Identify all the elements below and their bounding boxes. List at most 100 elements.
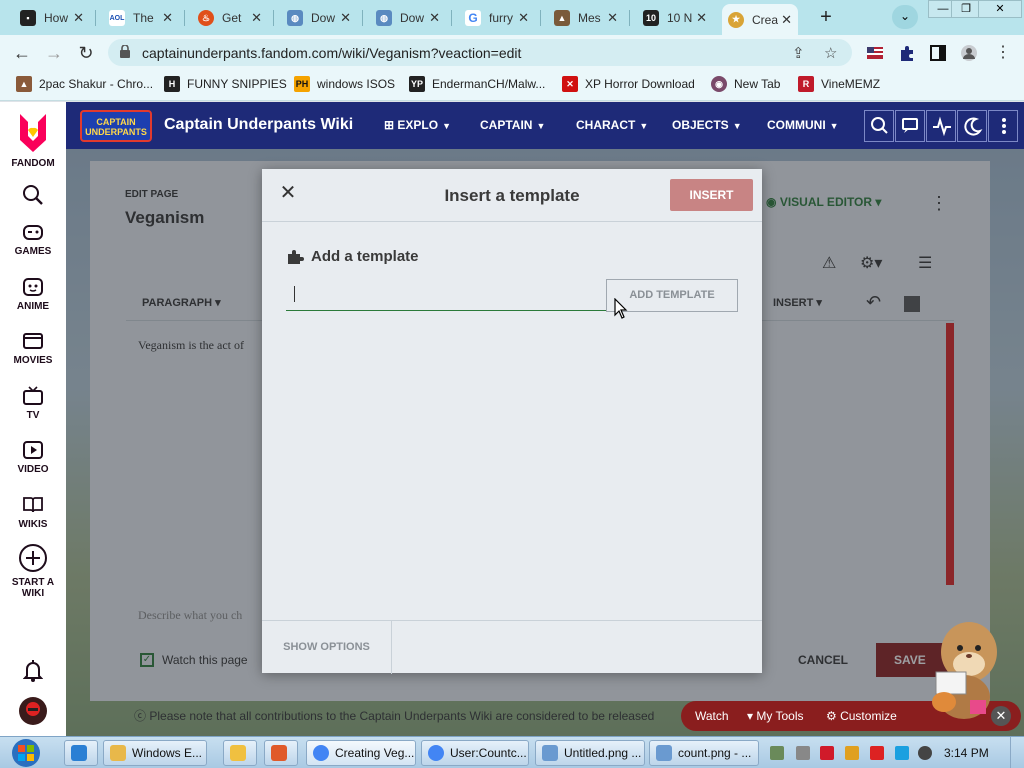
- url-text[interactable]: captainunderpants.fandom.com/wiki/Vegani…: [142, 45, 521, 61]
- bookmark-star-icon[interactable]: ☆: [824, 44, 837, 62]
- close-icon[interactable]: ✕: [991, 706, 1011, 726]
- close-icon[interactable]: ✕: [607, 10, 618, 26]
- profile-icon[interactable]: [960, 44, 978, 62]
- bookmark-item[interactable]: ◉ New Tab: [711, 76, 780, 92]
- browser-tab[interactable]: ▪ How ✕: [14, 4, 90, 32]
- my-tools-menu[interactable]: ▾ My Tools: [747, 709, 804, 723]
- user-avatar[interactable]: [0, 696, 66, 730]
- template-search-input[interactable]: [286, 279, 606, 311]
- browser-tab[interactable]: G furry ✕: [459, 4, 535, 32]
- rail-item-anime[interactable]: ANIME: [0, 277, 66, 312]
- window-close-icon[interactable]: ✕: [978, 0, 1022, 18]
- close-icon[interactable]: ✕: [162, 10, 173, 26]
- nav-captain[interactable]: CAPTAIN ▼: [480, 118, 545, 132]
- browser-tab-active[interactable]: ★ Crea ✕: [722, 4, 798, 35]
- rail-item-movies[interactable]: MOVIES: [0, 331, 66, 366]
- wiki-search-button[interactable]: [864, 110, 894, 142]
- bookmark-item[interactable]: R VineMEMZ: [798, 76, 880, 92]
- close-icon[interactable]: ✕: [73, 10, 84, 26]
- recent-activity-button[interactable]: [926, 110, 956, 142]
- close-icon[interactable]: ✕: [696, 10, 707, 26]
- nav-explore[interactable]: ⊞ EXPLO ▼: [384, 118, 451, 132]
- tray-volume-icon[interactable]: [918, 746, 932, 760]
- taskbar-item[interactable]: Untitled.png ...: [535, 740, 645, 766]
- taskbar-item[interactable]: User:Countc...: [421, 740, 529, 766]
- nav-objects[interactable]: OBJECTS ▼: [672, 118, 742, 132]
- nav-characters[interactable]: CHARACT ▼: [576, 118, 648, 132]
- tray-search-icon[interactable]: [845, 746, 859, 760]
- bookmark-item[interactable]: ▲ 2pac Shakur - Chro...: [16, 76, 153, 92]
- sidebar-icon[interactable]: [929, 44, 947, 62]
- wiki-more-button[interactable]: [988, 110, 1018, 142]
- bookmark-label: VineMEMZ: [821, 77, 881, 91]
- notifications-button[interactable]: [0, 659, 66, 687]
- back-arrow-icon[interactable]: ←: [10, 41, 34, 65]
- system-clock[interactable]: 3:14 PM: [944, 746, 989, 760]
- browser-tab[interactable]: 10 10 N ✕: [637, 4, 713, 32]
- flag-icon[interactable]: [866, 44, 884, 62]
- wiki-name[interactable]: Captain Underpants Wiki: [164, 116, 353, 134]
- forward-arrow-icon[interactable]: →: [42, 41, 66, 65]
- browser-tab[interactable]: ◍ Dow ✕: [370, 4, 446, 32]
- explore-icon: ⊞: [384, 118, 398, 132]
- wiki-logo[interactable]: CAPTAIN UNDERPANTS: [80, 110, 152, 142]
- tray-app-icon[interactable]: [796, 746, 810, 760]
- close-icon[interactable]: ✕: [340, 10, 351, 26]
- internet-explorer-button[interactable]: [64, 740, 98, 766]
- media-player-button[interactable]: [223, 740, 257, 766]
- watch-tool[interactable]: Watch: [695, 709, 729, 723]
- bookmark-label: EndermanCH/Malw...: [432, 77, 546, 91]
- taskbar-item[interactable]: count.png - ...: [649, 740, 759, 766]
- nav-community[interactable]: COMMUNI ▼: [767, 118, 839, 132]
- close-icon[interactable]: ✕: [518, 10, 529, 26]
- start-a-wiki-button[interactable]: START A WIKI: [0, 543, 66, 599]
- rail-item-video[interactable]: VIDEO: [0, 440, 66, 475]
- customize-tool[interactable]: ⚙ Customize: [826, 709, 897, 723]
- new-tab-button[interactable]: +: [815, 7, 837, 29]
- fire-icon: ♨: [198, 10, 214, 26]
- gamepad-icon: [23, 225, 43, 240]
- show-options-button[interactable]: SHOW OPTIONS: [262, 621, 392, 674]
- close-icon[interactable]: ✕: [781, 12, 792, 28]
- insert-button[interactable]: INSERT: [670, 179, 753, 211]
- fandom-logo[interactable]: FANDOM: [0, 110, 66, 169]
- extensions-puzzle-icon[interactable]: [898, 44, 916, 62]
- nav-label: EXPLO: [397, 118, 439, 132]
- bookmark-item[interactable]: ✕ XP Horror Download: [562, 76, 695, 92]
- share-icon[interactable]: ⇪: [792, 44, 805, 62]
- tray-flag-icon[interactable]: [870, 746, 884, 760]
- rail-item-wikis[interactable]: WIKIS: [0, 495, 66, 530]
- address-bar[interactable]: captainunderpants.fandom.com/wiki/Vegani…: [108, 39, 852, 66]
- bookmark-item[interactable]: PH windows ISOS: [294, 76, 395, 92]
- theme-toggle-button[interactable]: [957, 110, 987, 142]
- tray-v-icon[interactable]: [820, 746, 834, 760]
- bookmark-item[interactable]: H FUNNY SNIPPIES: [164, 76, 287, 92]
- bookmark-item[interactable]: YP EndermanCH/Malw...: [409, 76, 545, 92]
- discussions-button[interactable]: [895, 110, 925, 142]
- taskbar-item-active[interactable]: Creating Veg...: [306, 740, 416, 766]
- search-button[interactable]: [0, 184, 66, 210]
- reload-icon[interactable]: ↻: [74, 41, 98, 65]
- taskbar-item[interactable]: Windows E...: [103, 740, 207, 766]
- rail-item-tv[interactable]: TV: [0, 386, 66, 421]
- browser-tab[interactable]: ▲ Mes ✕: [548, 4, 624, 32]
- newtab-icon: ◉: [711, 76, 727, 92]
- tab-title: Dow: [400, 11, 425, 25]
- taskbar-app-button[interactable]: [264, 740, 298, 766]
- browser-menu-icon[interactable]: ⋮: [991, 41, 1015, 65]
- close-icon[interactable]: ✕: [429, 10, 440, 26]
- tab-search-chevron-icon[interactable]: ⌄: [892, 5, 918, 29]
- show-desktop-button[interactable]: [1010, 737, 1024, 768]
- start-button-icon[interactable]: [6, 738, 46, 768]
- browser-tab[interactable]: ♨ Get ✕: [192, 4, 268, 32]
- rail-item-games[interactable]: GAMES: [0, 222, 66, 257]
- tray-display-icon[interactable]: [895, 746, 909, 760]
- bookmarks-bar: ▲ 2pac Shakur - Chro... H FUNNY SNIPPIES P…: [0, 70, 1024, 101]
- tray-network-icon[interactable]: [770, 746, 784, 760]
- moon-icon: [964, 117, 983, 136]
- browser-tab[interactable]: ◍ Dow ✕: [281, 4, 357, 32]
- close-icon[interactable]: ✕: [251, 10, 262, 26]
- restore-icon[interactable]: ❐: [951, 0, 981, 18]
- captain-icon: ★: [728, 11, 744, 28]
- browser-tab[interactable]: AOL The ✕: [103, 4, 179, 32]
